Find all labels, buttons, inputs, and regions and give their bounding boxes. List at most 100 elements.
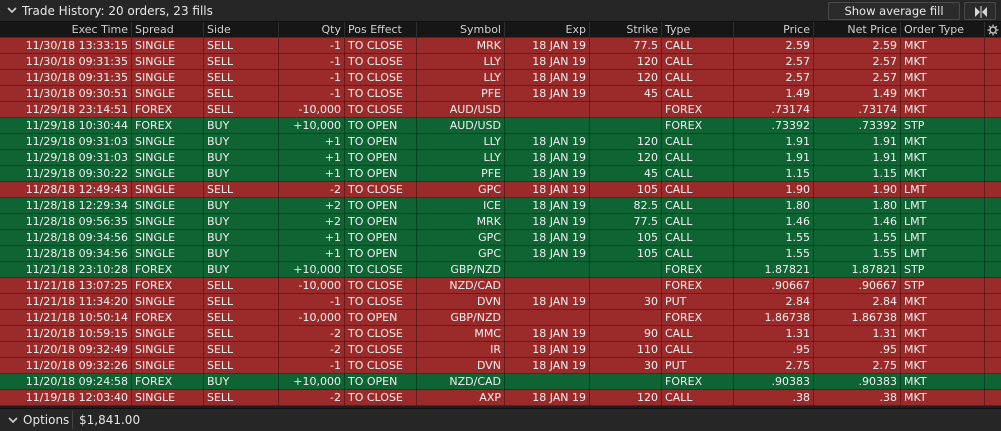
cell-pos-effect: TO CLOSE [345,278,417,294]
cell-spread: FOREX [132,310,204,326]
table-row[interactable]: 11/29/18 23:14:51 FOREX SELL -10,000 TO CLOS… [0,102,1001,118]
cell-net-price: .73392 [814,118,901,134]
cell-exec-time: 11/28/18 09:34:56 [0,230,132,246]
cell-qty: -10,000 [279,102,345,118]
column-header-exec-time[interactable]: Exec Time [0,22,132,38]
cell-qty: -10,000 [279,278,345,294]
column-header-type[interactable]: Type [662,22,734,38]
cell-symbol: DVN [417,294,505,310]
cell-side: BUY [204,134,279,150]
cell-spread: SINGLE [132,214,204,230]
cell-pos-effect: TO CLOSE [345,294,417,310]
table-row[interactable]: 11/21/18 10:50:14 FOREX SELL -10,000 TO OPEN… [0,310,1001,326]
table-row[interactable]: 11/29/18 10:30:44 FOREX BUY +10,000 TO OPEN A… [0,118,1001,134]
cell-type: CALL [662,86,734,102]
cell-type: CALL [662,342,734,358]
table-row[interactable]: 11/21/18 23:10:28 FOREX BUY +10,000 TO CLOSE… [0,262,1001,278]
chevron-down-icon[interactable] [6,4,18,16]
table-row[interactable]: 11/21/18 13:07:25 FOREX SELL -10,000 TO CLOS… [0,278,1001,294]
cell-pos-effect: TO OPEN [345,134,417,150]
cell-qty: -2 [279,390,345,406]
cell-exp: 18 JAN 19 [505,134,590,150]
table-row[interactable]: 11/20/18 09:24:58 FOREX BUY +10,000 TO OPEN N… [0,374,1001,390]
table-row[interactable]: 11/21/18 11:34:20 SINGLE SELL -1 TO CLOSE DVN… [0,294,1001,310]
cell-pos-effect: TO OPEN [345,214,417,230]
table-row[interactable]: 11/28/18 12:49:43 SINGLE SELL -2 TO CLOSE GPC… [0,182,1001,198]
table-row[interactable]: 11/30/18 09:30:51 SINGLE SELL -1 TO CLOSE PFE… [0,86,1001,102]
column-header-side[interactable]: Side [204,22,279,38]
show-average-fill-prices-button[interactable]: Show average fill prices [828,2,960,34]
table-row[interactable]: 11/19/18 12:03:40 SINGLE SELL -2 TO CLOSE AXP… [0,390,1001,406]
column-header-strike[interactable]: Strike [590,22,662,38]
footer-value: $1,841.00 [79,413,141,427]
cell-symbol: GPC [417,246,505,262]
cell-strike [590,278,662,294]
cell-exp: 18 JAN 19 [505,326,590,342]
cell-pos-effect: TO OPEN [345,374,417,390]
cell-symbol: AXP [417,390,505,406]
cell-pos-effect: TO CLOSE [345,86,417,102]
cell-strike: 105 [590,246,662,262]
cell-qty: -1 [279,294,345,310]
column-header-exp[interactable]: Exp [505,22,590,38]
table-row[interactable]: 11/28/18 12:29:34 SINGLE BUY +2 TO OPEN ICE 18… [0,198,1001,214]
table-row[interactable]: 11/20/18 09:32:49 SINGLE SELL -2 TO CLOSE IR 1… [0,342,1001,358]
cell-price: 2.59 [734,38,814,54]
cell-pos-effect: TO OPEN [345,118,417,134]
table-row[interactable]: 11/28/18 09:34:56 SINGLE BUY +1 TO OPEN GPC 18… [0,246,1001,262]
cell-price: 1.55 [734,246,814,262]
table-row[interactable]: 11/29/18 09:30:22 SINGLE BUY +1 TO OPEN PFE 18… [0,166,1001,182]
cell-exec-time: 11/20/18 10:59:15 [0,326,132,342]
table-row[interactable]: 11/20/18 10:59:15 SINGLE SELL -2 TO CLOSE MMC… [0,326,1001,342]
table-row[interactable]: 11/30/18 13:33:15 SINGLE SELL -1 TO CLOSE MRK… [0,38,1001,54]
cell-side: SELL [204,54,279,70]
cell-type: CALL [662,150,734,166]
cell-order-type: LMT [901,198,985,214]
table-row[interactable]: 11/28/18 09:34:56 SINGLE BUY +1 TO OPEN GPC 18… [0,230,1001,246]
table-row[interactable]: 11/30/18 09:31:35 SINGLE SELL -1 TO CLOSE LLY… [0,54,1001,70]
column-header-price[interactable]: Price [734,22,814,38]
collapse-columns-button[interactable] [964,2,996,20]
column-header-order-type[interactable]: Order Type [901,22,985,38]
column-header-pos-effect[interactable]: Pos Effect [345,22,417,38]
cell-strike [590,118,662,134]
cell-pos-effect: TO OPEN [345,166,417,182]
cell-order-type: MKT [901,310,985,326]
cell-order-type: LMT [901,182,985,198]
column-header-net-price[interactable]: Net Price [814,22,901,38]
cell-symbol: GPC [417,230,505,246]
table-row[interactable]: 11/30/18 09:31:35 SINGLE SELL -1 TO CLOSE LLY… [0,70,1001,86]
cell-price: 2.84 [734,294,814,310]
cell-order-type: MKT [901,326,985,342]
cell-net-price: .90383 [814,374,901,390]
table-row[interactable]: 11/29/18 09:31:03 SINGLE BUY +1 TO OPEN LLY 18… [0,134,1001,150]
cell-order-type: MKT [901,358,985,374]
cell-net-price: 1.90 [814,182,901,198]
cell-qty: +1 [279,166,345,182]
cell-spread: SINGLE [132,390,204,406]
cell-exp [505,118,590,134]
footer-bar: Options $1,841.00 [0,408,1001,431]
gear-icon[interactable] [987,24,999,36]
cell-price: .90667 [734,278,814,294]
cell-net-price: 1.87821 [814,262,901,278]
cell-exec-time: 11/29/18 09:31:03 [0,134,132,150]
column-header-symbol[interactable]: Symbol [417,22,505,38]
cell-type: CALL [662,246,734,262]
chevron-down-icon[interactable] [8,415,18,425]
cell-type: CALL [662,70,734,86]
column-header-qty[interactable]: Qty [279,22,345,38]
cell-exp: 18 JAN 19 [505,54,590,70]
cell-price: .38 [734,390,814,406]
cell-exec-time: 11/28/18 09:34:56 [0,246,132,262]
table-row[interactable]: 11/28/18 09:56:35 SINGLE BUY +2 TO OPEN MRK 18… [0,214,1001,230]
column-header-spread[interactable]: Spread [132,22,204,38]
cell-order-type: MKT [901,374,985,390]
table-row[interactable]: 11/29/18 09:31:03 SINGLE BUY +1 TO OPEN LLY 18… [0,150,1001,166]
cell-spread: FOREX [132,262,204,278]
cell-price: 1.91 [734,150,814,166]
cell-type: CALL [662,182,734,198]
table-row[interactable]: 11/20/18 09:32:26 SINGLE SELL -1 TO CLOSE DVN… [0,358,1001,374]
cell-exp [505,102,590,118]
cell-symbol: GBP/NZD [417,310,505,326]
